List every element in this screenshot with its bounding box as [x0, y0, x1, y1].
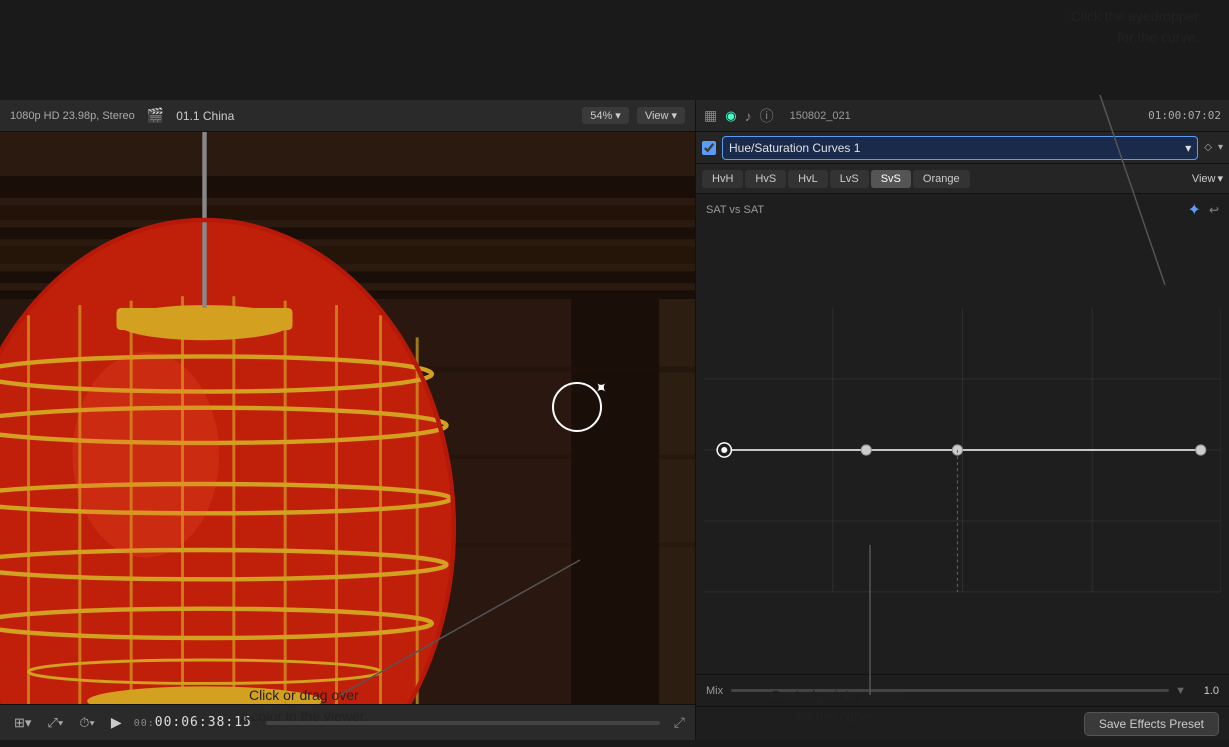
effect-name-dropdown[interactable]: Hue/Saturation Curves 1 ▾	[722, 136, 1198, 160]
speed-button[interactable]: ⏱▾	[75, 713, 99, 733]
clip-title: 01.1 China	[176, 109, 234, 123]
zoom-value: 54%	[590, 110, 612, 122]
inspector-header: ▦ ◉ ♪ ⓘ 150802_021 01:00:07:02	[696, 100, 1229, 132]
curve-canvas-container	[704, 226, 1221, 674]
reset-curve-button[interactable]: ↩	[1209, 203, 1219, 217]
tab-hvh[interactable]: HvH	[702, 170, 743, 188]
timecode-prefix: 00:	[134, 718, 155, 729]
filmstrip-icon: ▦	[704, 107, 717, 124]
play-button[interactable]: ▶	[107, 712, 126, 733]
video-format-info: 1080p HD 23.98p, Stereo	[10, 110, 135, 122]
effect-nav-chevron[interactable]: ▾	[1218, 142, 1223, 153]
clip-filename: 150802_021	[790, 110, 851, 122]
timecode-value: 00:06:38:15	[155, 715, 252, 730]
curve-tabs-bar: HvH HvS HvL LvS SvS Orange View ▾	[696, 164, 1229, 194]
effect-name-label: Hue/Saturation Curves 1	[729, 141, 860, 155]
view-dropdown-label: View	[1192, 173, 1216, 185]
clapper-icon: 🎬	[147, 107, 164, 124]
viewer-zoom-controls: 54% ▾ View ▾	[582, 107, 685, 124]
zoom-dropdown-button[interactable]: 54% ▾	[582, 107, 629, 124]
curve-label: SAT vs SAT	[706, 204, 764, 216]
tab-svs[interactable]: SvS	[871, 170, 911, 188]
mix-label: Mix	[706, 685, 723, 697]
tab-hvl[interactable]: HvL	[788, 170, 828, 188]
transform-button[interactable]: ⤢▾	[43, 713, 67, 733]
mix-value: 1.0	[1194, 685, 1219, 697]
annotation-viewer-line1: Click or drag over	[249, 687, 359, 703]
effect-dropdown-chevron: ▾	[1185, 141, 1191, 155]
curve-header: SAT vs SAT ✦ ↩	[696, 194, 1229, 226]
viewer-header: 1080p HD 23.98p, Stereo 🎬 01.1 China 54%…	[0, 100, 695, 132]
expand-button[interactable]: ⤢	[674, 714, 685, 731]
color-wheel-icon: ◉	[725, 108, 736, 124]
effect-selector-row: Hue/Saturation Curves 1 ▾ ◇ ▾	[696, 132, 1229, 164]
tab-hvs[interactable]: HvS	[745, 170, 786, 188]
tab-orange[interactable]: Orange	[913, 170, 970, 188]
speaker-icon: ♪	[745, 108, 752, 124]
viewer-panel: 1080p HD 23.98p, Stereo 🎬 01.1 China 54%…	[0, 100, 695, 740]
video-area	[0, 132, 695, 704]
curve-tools: ✦ ↩	[1188, 200, 1219, 220]
info-icon: ⓘ	[760, 106, 774, 126]
view-dropdown-button[interactable]: View ▾	[637, 107, 685, 124]
save-effects-button[interactable]: Save Effects Preset	[1084, 712, 1219, 736]
keyframe-diamond-icon[interactable]: ◇	[1204, 142, 1212, 153]
annotation-viewer-line2: a color in the viewer.	[240, 708, 368, 724]
annotation-eyedropper-line1: Click the eyedropper	[1071, 8, 1199, 24]
tab-lvs[interactable]: LvS	[830, 170, 869, 188]
annotation-eyedropper-line2: for the curve.	[1117, 29, 1199, 45]
view-dropdown-chevron: ▾	[1217, 172, 1223, 185]
video-frame	[0, 132, 695, 704]
inspector-panel: ▦ ◉ ♪ ⓘ 150802_021 01:00:07:02 Hue/Satur…	[695, 100, 1229, 740]
annotation-viewer-container: Click or drag over a color in the viewer…	[240, 685, 368, 727]
annotation-control-points-line2: on the curve.	[796, 708, 877, 724]
effect-enabled-checkbox[interactable]	[702, 141, 716, 155]
annotation-control-points-line1: Control points appear	[770, 687, 904, 703]
annotation-control-points-container: Control points appear on the curve.	[770, 685, 904, 727]
eyedropper-button[interactable]: ✦	[1188, 200, 1201, 220]
zoom-chevron: ▾	[615, 109, 621, 122]
view-label: View	[645, 110, 669, 122]
inspector-view-dropdown[interactable]: View ▾	[1192, 172, 1223, 185]
layout-button[interactable]: ⊞▾	[10, 713, 35, 733]
inspector-timecode: 01:00:07:02	[1148, 109, 1221, 122]
inspector-icons: ▦ ◉ ♪ ⓘ	[704, 106, 774, 126]
curve-svg	[704, 226, 1221, 674]
view-chevron: ▾	[671, 109, 677, 122]
curve-area: SAT vs SAT ✦ ↩	[696, 194, 1229, 740]
timecode-display: 00:00:06:38:15	[134, 715, 252, 730]
app-container: 1080p HD 23.98p, Stereo 🎬 01.1 China 54%…	[0, 100, 1229, 740]
